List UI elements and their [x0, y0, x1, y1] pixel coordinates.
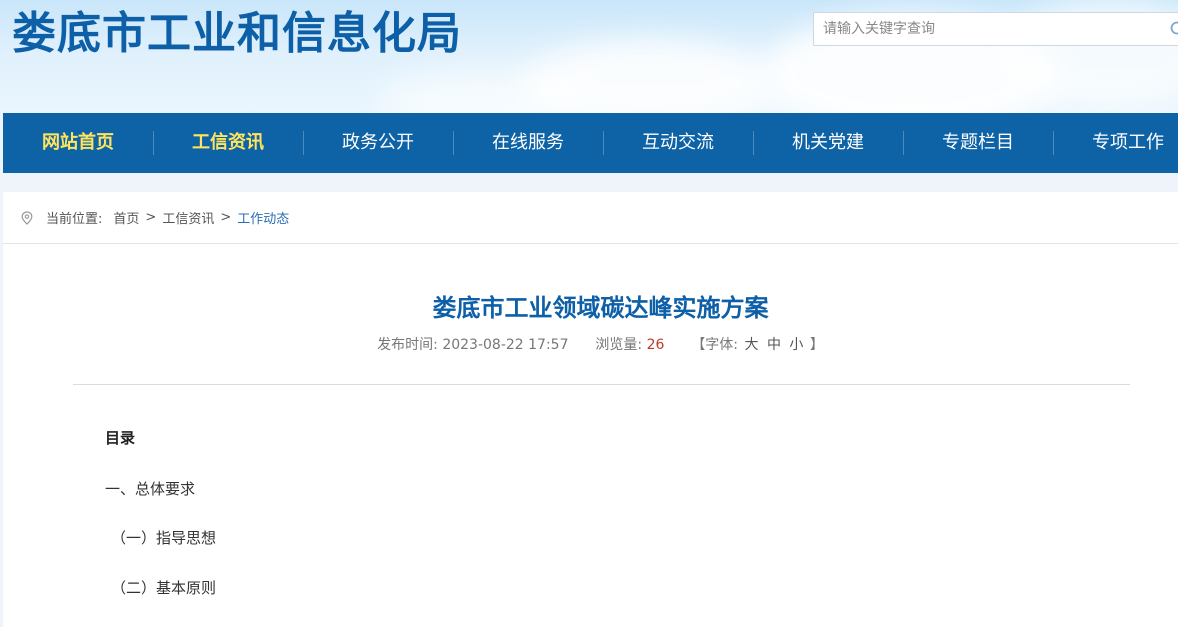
main-nav: 网站首页 工信资讯 政务公开 在线服务 互动交流 机关党建 专题栏目 专项工作 — [3, 113, 1178, 173]
views-label: 浏览量: — [595, 337, 643, 353]
toc-item: （一）指导思想 — [111, 529, 217, 547]
breadcrumb-separator: > — [220, 210, 232, 225]
breadcrumb-separator: > — [145, 210, 157, 225]
nav-item-online-service[interactable]: 在线服务 — [453, 113, 603, 173]
nav-item-gov-affairs[interactable]: 政务公开 — [303, 113, 453, 173]
search-input[interactable] — [814, 13, 1154, 45]
search-box — [813, 12, 1178, 46]
publish-time-label: 发布时间: — [377, 337, 438, 353]
article-meta: 发布时间: 2023-08-22 17:57 浏览量: 26 【字体: 大 中 … — [3, 335, 1178, 355]
toc-heading: 目录 — [105, 429, 136, 447]
nav-item-special-work[interactable]: 专项工作 — [1053, 113, 1178, 173]
breadcrumb-news[interactable]: 工信资讯 — [162, 208, 214, 227]
toc-item: 一、总体要求 — [105, 480, 196, 498]
nav-item-special-topics[interactable]: 专题栏目 — [903, 113, 1053, 173]
nav-item-party-building[interactable]: 机关党建 — [753, 113, 903, 173]
toc-item: （二）基本原则 — [111, 579, 217, 597]
breadcrumb-home[interactable]: 首页 — [113, 208, 139, 227]
breadcrumb-work-updates[interactable]: 工作动态 — [237, 208, 289, 227]
content-divider — [73, 384, 1130, 385]
breadcrumb: 当前位置: 首页 > 工信资讯 > 工作动态 — [3, 192, 1178, 244]
nav-item-interaction[interactable]: 互动交流 — [603, 113, 753, 173]
site-header: 娄底市工业和信息化局 — [0, 0, 1178, 113]
search-icon[interactable] — [1170, 21, 1178, 37]
publish-time: 2023-08-22 17:57 — [442, 337, 569, 353]
header-cloud-decoration — [520, 40, 780, 113]
article-title: 娄底市工业领域碳达峰实施方案 — [432, 294, 769, 322]
nav-item-news[interactable]: 工信资讯 — [153, 113, 303, 173]
font-size-label: 【字体: — [691, 337, 739, 353]
nav-item-home[interactable]: 网站首页 — [3, 113, 153, 173]
font-size-close: 】 — [809, 337, 824, 353]
main-content: 当前位置: 首页 > 工信资讯 > 工作动态 娄底市工业领域碳达峰实施方案 发布… — [3, 192, 1178, 627]
breadcrumb-label: 当前位置: — [46, 212, 103, 227]
site-title[interactable]: 娄底市工业和信息化局 — [12, 6, 462, 62]
views-count: 26 — [646, 337, 665, 353]
font-small-button[interactable]: 小 — [789, 337, 803, 353]
font-medium-button[interactable]: 中 — [767, 337, 781, 353]
location-pin-icon — [21, 210, 33, 225]
font-large-button[interactable]: 大 — [744, 337, 758, 353]
